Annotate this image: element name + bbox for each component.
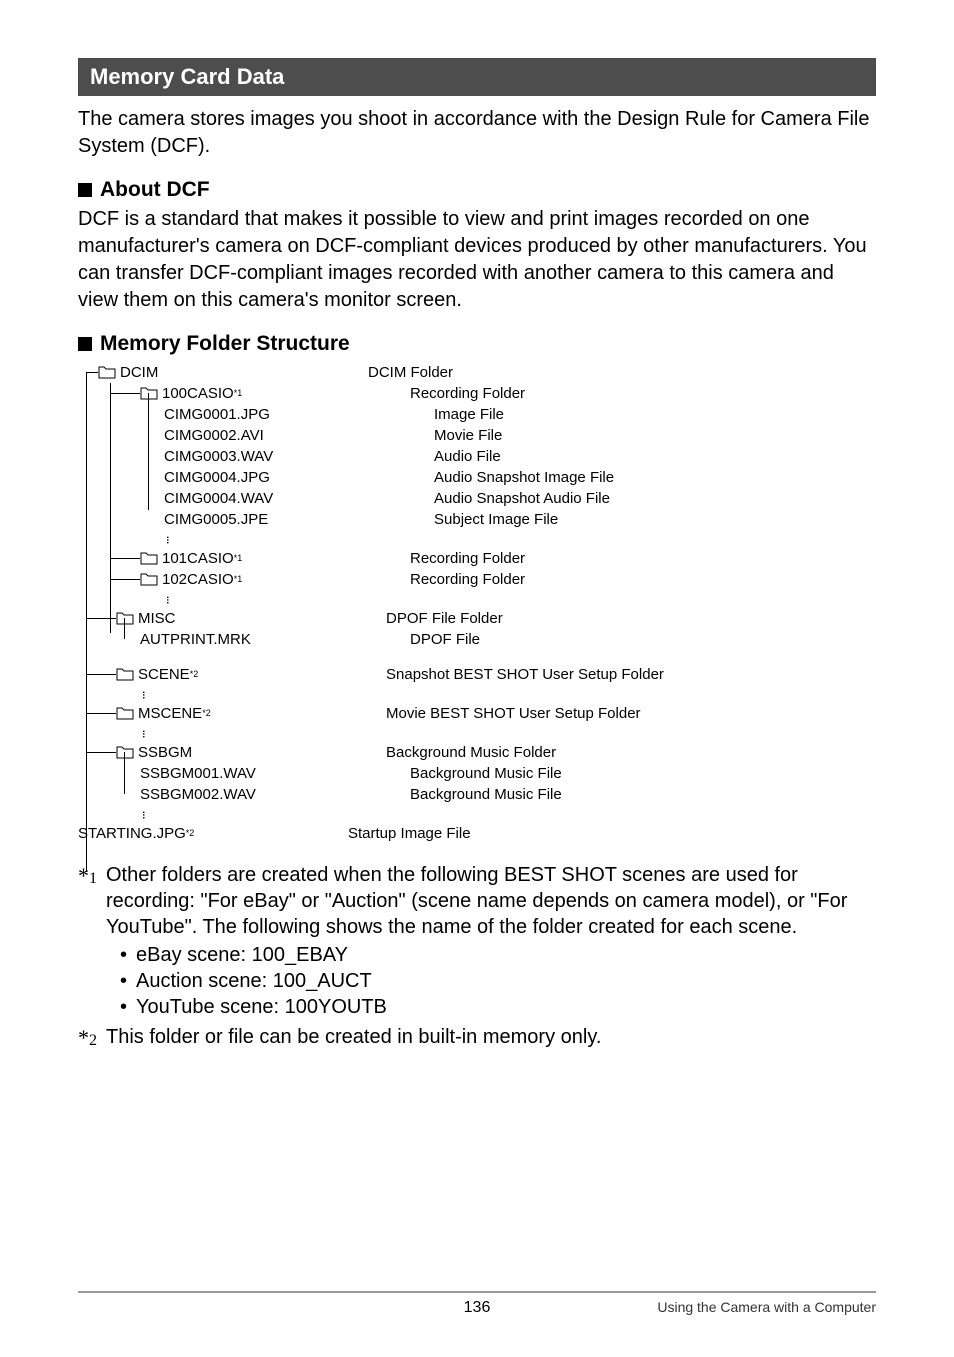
tree-item-desc: Movie BEST SHOT User Setup Folder [386,706,641,721]
tree-item-name: 100CASIO [162,386,234,401]
tree-item-desc: DPOF File Folder [386,611,503,626]
tree-item-name: 102CASIO [162,572,234,587]
tree-item-name: STARTING.JPG [78,826,186,841]
tree-item-name: CIMG0004.WAV [164,491,273,506]
tree-item-name: SSBGM002.WAV [140,787,256,802]
tree-item-name: CIMG0004.JPG [164,470,270,485]
tree-item-desc: Subject Image File [434,512,558,527]
footnote-text: Other folders are created when the follo… [106,864,847,938]
tree-item-desc: Recording Folder [410,572,525,587]
tree-item-desc: Recording Folder [410,386,525,401]
square-bullet-icon [78,337,92,351]
subheading-label: Memory Folder Structure [100,332,350,356]
tree-item-name: AUTPRINT.MRK [140,632,251,647]
tree-item-sup: *1 [234,554,243,563]
section-header: Memory Card Data [78,58,876,96]
folder-icon [140,552,158,565]
tree-item-desc: DPOF File [410,632,480,647]
tree-item-desc: Background Music File [410,766,562,781]
bullet-icon: • [120,968,136,994]
tree-item-desc: DCIM Folder [368,365,453,380]
bullet-list: •eBay scene: 100_EBAY •Auction scene: 10… [120,942,876,1020]
bullet-icon: • [120,994,136,1020]
tree-item-desc: Image File [434,407,504,422]
ellipsis-icon: ··· [138,728,152,738]
folder-icon [140,387,158,400]
bullet-text: YouTube scene: 100YOUTB [136,994,387,1020]
folder-icon [116,707,134,720]
tree-item-desc: Movie File [434,428,502,443]
tree-item-sup: *2 [186,829,195,838]
tree-item-desc: Background Music File [410,787,562,802]
tree-item-desc: Startup Image File [348,826,471,841]
about-dcf-body: DCF is a standard that makes it possible… [78,206,876,314]
tree-item-name: DCIM [120,365,158,380]
intro-text: The camera stores images you shoot in ac… [78,106,876,160]
square-bullet-icon [78,183,92,197]
page-footer: 136 Using the Camera with a Computer [78,1291,876,1315]
tree-item-name: CIMG0001.JPG [164,407,270,422]
folder-icon [98,366,116,379]
tree-item-desc: Snapshot BEST SHOT User Setup Folder [386,667,664,682]
bullet-text: eBay scene: 100_EBAY [136,942,348,968]
tree-item-name: CIMG0002.AVI [164,428,264,443]
ellipsis-icon: ··· [162,594,176,604]
ellipsis-icon: ··· [138,809,152,819]
ellipsis-icon: ··· [138,689,152,699]
folder-icon [116,668,134,681]
tree-item-sup: *1 [234,389,243,398]
subheading-label: About DCF [100,178,210,202]
footer-section-name: Using the Camera with a Computer [657,1299,876,1315]
tree-item-desc: Audio Snapshot Image File [434,470,614,485]
tree-item-name: SCENE [138,667,190,682]
tree-item-sup: *2 [190,670,199,679]
tree-item-name: SSBGM001.WAV [140,766,256,781]
tree-item-name: 101CASIO [162,551,234,566]
bullet-icon: • [120,942,136,968]
footnote-text: This folder or file can be created in bu… [106,1024,876,1053]
tree-item-name: MSCENE [138,706,202,721]
footnotes: *1 Other folders are created when the fo… [78,862,876,1053]
tree-item-sup: *1 [234,575,243,584]
tree-item-desc: Audio Snapshot Audio File [434,491,610,506]
folder-icon [140,573,158,586]
ellipsis-icon: ··· [162,534,176,544]
folder-icon [116,612,134,625]
tree-item-name: MISC [138,611,176,626]
subheading-folder-structure: Memory Folder Structure [78,332,876,356]
tree-item-sup: *2 [202,709,211,718]
tree-item-desc: Audio File [434,449,501,464]
tree-item-desc: Background Music Folder [386,745,556,760]
bullet-text: Auction scene: 100_AUCT [136,968,372,994]
footnote-mark: *2 [78,1024,106,1053]
tree-item-name: CIMG0005.JPE [164,512,268,527]
subheading-about-dcf: About DCF [78,178,876,202]
tree-item-name: CIMG0003.WAV [164,449,273,464]
footnote-mark: *1 [78,862,106,1022]
tree-item-desc: Recording Folder [410,551,525,566]
tree-item-name: SSBGM [138,745,192,760]
folder-icon [116,746,134,759]
folder-tree: DCIM DCIM Folder 100CASIO *1 Recording F… [78,362,876,844]
